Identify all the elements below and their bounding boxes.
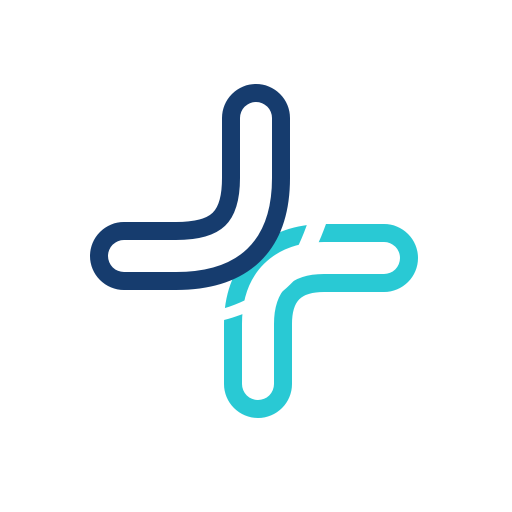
teal-arm-shape xyxy=(224,224,418,418)
navy-arm-shape xyxy=(90,84,290,290)
logo-canvas xyxy=(0,0,512,512)
medical-cross-logo-icon xyxy=(90,84,418,418)
